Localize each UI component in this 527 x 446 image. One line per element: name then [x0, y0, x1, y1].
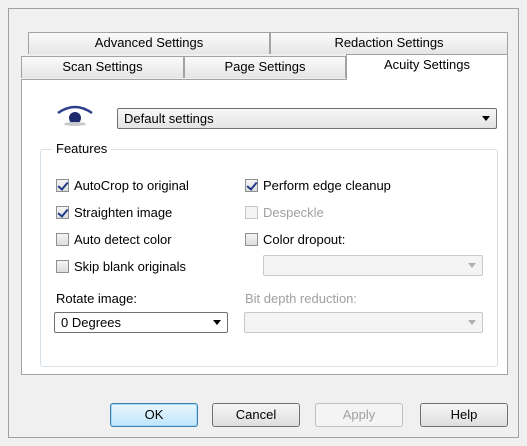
straighten-label: Straighten image	[74, 204, 173, 220]
apply-button[interactable]: Apply	[315, 403, 403, 427]
color-dropout-label: Color dropout:	[263, 231, 346, 247]
ok-button[interactable]: OK	[110, 403, 198, 427]
preset-value: Default settings	[124, 111, 214, 126]
checkbox-box[interactable]	[56, 178, 69, 192]
checkbox-box[interactable]	[245, 232, 258, 246]
rotate-label: Rotate image:	[56, 291, 137, 306]
auto-detect-color-label: Auto detect color	[74, 231, 172, 247]
bit-depth-label: Bit depth reduction:	[245, 291, 358, 306]
edge-cleanup-label: Perform edge cleanup	[263, 177, 391, 193]
chevron-down-icon	[468, 263, 476, 268]
checkbox-box[interactable]	[56, 232, 69, 246]
checkbox-box[interactable]	[245, 178, 258, 192]
eye-icon	[55, 103, 95, 130]
edge-cleanup-checkbox[interactable]: Perform edge cleanup	[245, 177, 391, 193]
skip-blank-label: Skip blank originals	[74, 258, 187, 274]
color-dropout-checkbox[interactable]: Color dropout:	[245, 231, 345, 247]
auto-detect-color-checkbox[interactable]: Auto detect color	[56, 231, 172, 247]
straighten-checkbox[interactable]: Straighten image	[56, 204, 172, 220]
checkbox-box[interactable]	[56, 205, 69, 219]
chevron-down-icon	[482, 116, 490, 121]
rotate-value: 0 Degrees	[61, 315, 121, 330]
rotate-dropdown[interactable]: 0 Degrees	[54, 312, 228, 333]
checkbox-box[interactable]	[56, 259, 69, 273]
chevron-down-icon	[468, 320, 476, 325]
help-button[interactable]: Help	[420, 403, 508, 427]
skip-blank-checkbox[interactable]: Skip blank originals	[56, 258, 186, 274]
autocrop-label: AutoCrop to original	[74, 177, 189, 193]
autocrop-checkbox[interactable]: AutoCrop to original	[56, 177, 189, 193]
features-legend: Features	[52, 141, 112, 156]
cancel-button[interactable]: Cancel	[212, 403, 300, 427]
color-dropout-dropdown[interactable]	[263, 255, 483, 276]
preset-dropdown[interactable]: Default settings	[117, 108, 497, 129]
bit-depth-dropdown[interactable]	[244, 312, 483, 333]
checkbox-box[interactable]	[245, 205, 258, 219]
chevron-down-icon	[213, 320, 221, 325]
despeckle-label: Despeckle	[263, 204, 324, 220]
despeckle-checkbox[interactable]: Despeckle	[245, 204, 324, 220]
